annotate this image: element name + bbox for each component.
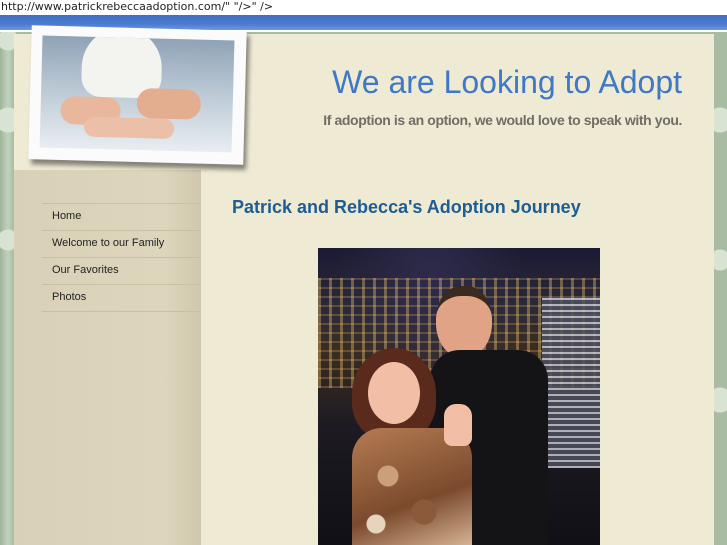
url-text: http://www.patrickrebeccaadoption.com/" … — [0, 0, 727, 15]
baby-feet-photo — [39, 35, 235, 153]
sidebar-nav: Home Welcome to our Family Our Favorites… — [42, 203, 200, 312]
page-title: We are Looking to Adopt — [332, 64, 682, 100]
couple-photo — [318, 248, 600, 545]
woman-figure — [352, 348, 472, 545]
woman-face — [368, 362, 420, 424]
nav-item-favorites[interactable]: Our Favorites — [42, 258, 200, 285]
nav-item-photos[interactable]: Photos — [42, 285, 200, 312]
header: We are Looking to Adopt If adoption is a… — [14, 25, 714, 170]
baby-feet — [83, 116, 175, 139]
content-heading: Patrick and Rebecca's Adoption Journey — [232, 197, 581, 217]
baby-leg — [136, 87, 202, 120]
hotel-tower — [542, 298, 600, 468]
raised-hand — [444, 404, 472, 446]
nav-item-home[interactable]: Home — [42, 204, 200, 231]
header-photo-frame — [28, 25, 247, 165]
nav-item-welcome[interactable]: Welcome to our Family — [42, 231, 200, 258]
page-subtitle: If adoption is an option, we would love … — [323, 112, 682, 128]
page-container: We are Looking to Adopt If adoption is a… — [14, 25, 714, 545]
